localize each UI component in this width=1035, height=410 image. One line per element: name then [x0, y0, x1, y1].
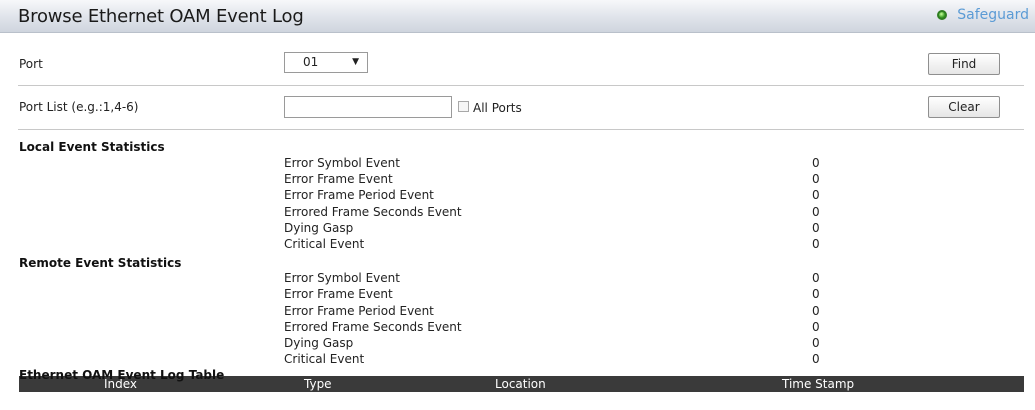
port-select[interactable]: 01 ▼: [284, 52, 368, 73]
remote-event-statistics-heading: Remote Event Statistics: [19, 256, 182, 270]
stat-value: 0: [812, 287, 820, 301]
stat-name: Critical Event: [284, 237, 365, 251]
dropdown-arrow-icon: ▼: [352, 57, 359, 67]
local-event-statistics-heading: Local Event Statistics: [19, 140, 165, 154]
remote-stat-row: Error Frame Event 0: [0, 287, 1035, 303]
stat-name: Errored Frame Seconds Event: [284, 320, 462, 334]
stat-value: 0: [812, 156, 820, 170]
remote-stat-row: Dying Gasp 0: [0, 336, 1035, 352]
stat-name: Error Symbol Event: [284, 156, 400, 170]
stat-value: 0: [812, 320, 820, 334]
stat-name: Error Frame Event: [284, 172, 393, 186]
stat-name: Critical Event: [284, 352, 365, 366]
stat-value: 0: [812, 271, 820, 285]
all-ports-label: All Ports: [473, 101, 522, 115]
safeguard-label: Safeguard: [957, 7, 1029, 23]
stat-value: 0: [812, 304, 820, 318]
find-button[interactable]: Find: [928, 53, 1000, 75]
local-stat-row: Errored Frame Seconds Event 0: [0, 205, 1035, 221]
page-title: Browse Ethernet OAM Event Log: [18, 6, 304, 27]
stat-name: Error Symbol Event: [284, 271, 400, 285]
stat-value: 0: [812, 172, 820, 186]
local-stat-row: Critical Event 0: [0, 237, 1035, 253]
stat-name: Error Frame Event: [284, 287, 393, 301]
stat-name: Error Frame Period Event: [284, 304, 434, 318]
title-bar: Browse Ethernet OAM Event Log Safeguard: [0, 0, 1035, 33]
stat-value: 0: [812, 336, 820, 350]
local-stat-row: Error Frame Period Event 0: [0, 188, 1035, 204]
port-label: Port: [19, 57, 43, 71]
safeguard-status-icon: [937, 10, 948, 20]
column-header-type: Type: [304, 377, 332, 391]
stat-value: 0: [812, 352, 820, 366]
port-select-value: 01: [303, 55, 319, 69]
remote-stat-row: Errored Frame Seconds Event 0: [0, 320, 1035, 336]
stat-value: 0: [812, 188, 820, 202]
divider: [18, 129, 1024, 130]
remote-stat-row: Critical Event 0: [0, 352, 1035, 368]
stat-value: 0: [812, 237, 820, 251]
stat-name: Dying Gasp: [284, 221, 354, 235]
event-log-table-title: Ethernet OAM Event Log Table: [19, 368, 225, 382]
port-list-input[interactable]: [284, 96, 452, 118]
stat-name: Error Frame Period Event: [284, 188, 434, 202]
clear-button[interactable]: Clear: [928, 96, 1000, 118]
stat-value: 0: [812, 205, 820, 219]
remote-stat-row: Error Frame Period Event 0: [0, 304, 1035, 320]
stat-name: Errored Frame Seconds Event: [284, 205, 462, 219]
stat-value: 0: [812, 221, 820, 235]
local-stat-row: Error Frame Event 0: [0, 172, 1035, 188]
stat-name: Dying Gasp: [284, 336, 354, 350]
all-ports-checkbox[interactable]: [458, 101, 469, 112]
divider: [18, 85, 1024, 86]
column-header-time-stamp: Time Stamp: [782, 377, 855, 391]
port-list-label: Port List (e.g.:1,4-6): [19, 100, 139, 114]
local-stat-row: Dying Gasp 0: [0, 221, 1035, 237]
column-header-location: Location: [495, 377, 546, 391]
remote-stat-row: Error Symbol Event 0: [0, 271, 1035, 287]
local-stat-row: Error Symbol Event 0: [0, 156, 1035, 172]
safeguard-indicator: Safeguard: [937, 7, 1029, 23]
